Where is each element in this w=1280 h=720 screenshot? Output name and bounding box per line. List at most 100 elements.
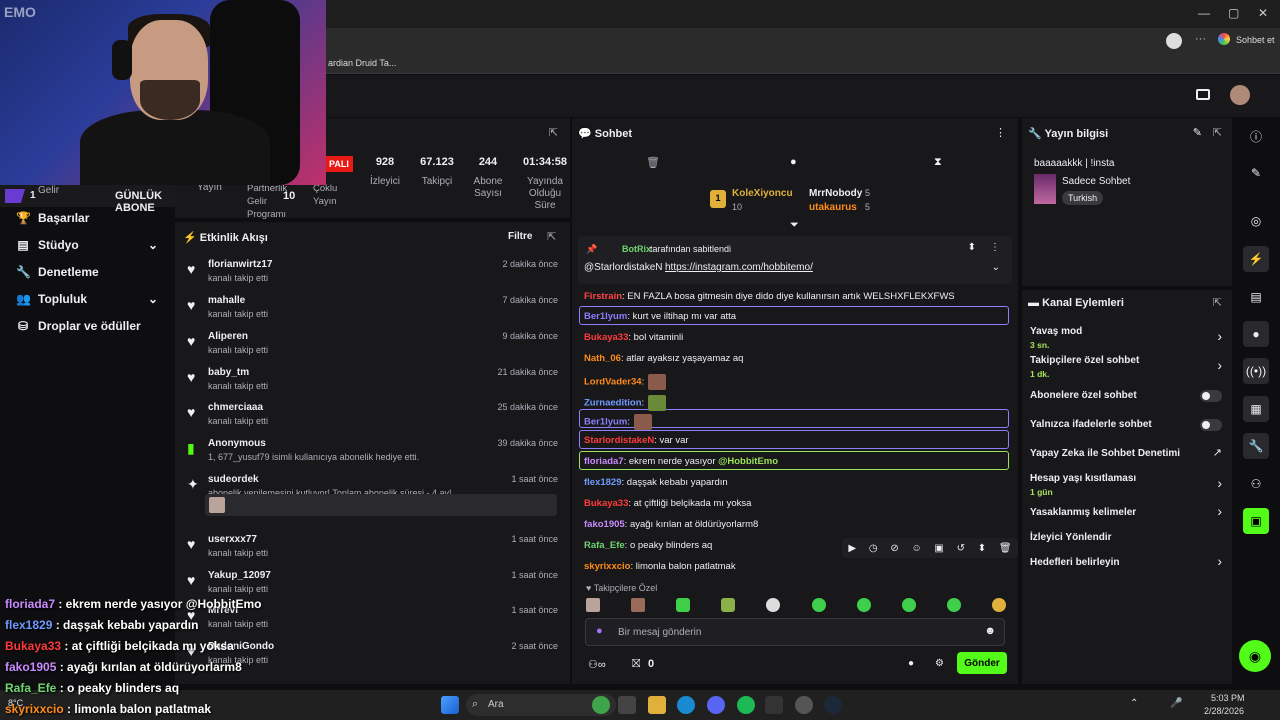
emote-icon[interactable]: [991, 598, 1006, 612]
more-icon[interactable]: ⋮: [990, 242, 1000, 253]
chat-message[interactable]: LordVader34:: [584, 374, 667, 390]
minimize-button[interactable]: —: [1198, 6, 1210, 20]
steam-icon[interactable]: [824, 696, 842, 714]
edge-icon[interactable]: [677, 696, 695, 714]
chat-message[interactable]: fako1905: ayağı kırılan at öldürüyorlarm…: [584, 519, 758, 530]
chat-message[interactable]: Ber1lyum:: [584, 414, 652, 430]
gift-icon[interactable]: ⛝: [632, 658, 640, 671]
feed-username[interactable]: baby_tm: [208, 367, 249, 378]
chat-username[interactable]: Zurnaedition: [584, 398, 642, 409]
chat-username[interactable]: skyrixxcio: [584, 561, 630, 572]
terminal-icon[interactable]: [765, 696, 783, 714]
clock-time[interactable]: 5:03 PM: [1211, 693, 1245, 703]
feed-username[interactable]: mahalle: [208, 295, 245, 306]
chat-message[interactable]: Zurnaedition:: [584, 395, 667, 411]
document-icon[interactable]: ▤: [1243, 284, 1269, 310]
chat-username[interactable]: StarlordistakeN: [584, 435, 654, 446]
layout-icon[interactable]: ▦: [1243, 396, 1269, 422]
mic-icon[interactable]: ●: [596, 625, 603, 637]
collapse-icon[interactable]: ⏷: [790, 219, 799, 232]
category-thumbnail[interactable]: [1034, 174, 1056, 204]
popout-icon[interactable]: ⇱: [549, 126, 558, 139]
list-item[interactable]: ♥ chmerciaaa kanalı takip etti 25 dakika ön…: [185, 400, 560, 434]
emote-icon[interactable]: [901, 598, 916, 612]
inbox-icon[interactable]: [1196, 89, 1210, 100]
chat-icon[interactable]: ●: [1243, 321, 1269, 347]
pinned-link[interactable]: https://instagram.com/hobbitemo/: [665, 262, 813, 273]
chat-username[interactable]: fako1905: [584, 519, 625, 530]
emote-icon[interactable]: [631, 598, 646, 612]
chat-username[interactable]: Ber1lyum: [584, 417, 627, 428]
list-item[interactable]: ▮ Anonymous 1, 677_yusuf79 isimli kullanıc…: [185, 436, 560, 470]
bookmark-item[interactable]: ardian Druid Ta...: [328, 58, 396, 68]
send-button[interactable]: Gönder: [957, 652, 1007, 674]
chat-message[interactable]: Ber1lyum: kurt ve iltihap mı var atta: [584, 311, 736, 322]
spotify-icon[interactable]: [737, 696, 755, 714]
goals-action[interactable]: Hedefleri belirleyin: [1030, 557, 1119, 568]
emote-icon[interactable]: [811, 598, 826, 612]
chat-message[interactable]: Firstrain: EN FAZLA bosa gitmesin diye d…: [584, 291, 955, 302]
account-age-action[interactable]: Hesap yaşı kısıtlaması 1 gün: [1030, 473, 1136, 497]
popout-icon[interactable]: ⇱: [1213, 126, 1222, 139]
sidebar-item-moderation[interactable]: 🔧 Denetleme: [16, 265, 99, 279]
ai-moderation-action[interactable]: Yapay Zeka ile Sohbet Denetimi: [1030, 448, 1180, 459]
chat-username[interactable]: Bukaya33: [584, 332, 628, 343]
feed-username[interactable]: sudeordek: [208, 474, 259, 485]
copilot-chat-label[interactable]: Sohbet et: [1236, 35, 1275, 45]
chevron-right-icon[interactable]: ›: [1217, 553, 1222, 569]
leader-1-name[interactable]: KoleXiyoncu: [732, 188, 793, 199]
copilot-icon[interactable]: [1218, 33, 1230, 45]
raid-action[interactable]: İzleyici Yönlendir: [1030, 532, 1112, 543]
wrench-icon[interactable]: 🔧: [1243, 433, 1269, 459]
chat-message[interactable]: Rafa_Efe: o peaky blinders aq: [584, 540, 712, 551]
lightning-icon[interactable]: ⚡: [1243, 246, 1269, 272]
trash-icon[interactable]: 🗑: [646, 156, 660, 169]
chevron-right-icon[interactable]: ›: [1217, 357, 1222, 373]
gear-icon[interactable]: ⚙: [935, 658, 944, 669]
emote-icon[interactable]: [766, 598, 781, 612]
chat-username[interactable]: LordVader34: [584, 377, 642, 388]
profile-icon[interactable]: [1166, 33, 1182, 49]
pinned-by[interactable]: BotRix: [622, 244, 651, 254]
support-icon[interactable]: ◉: [1239, 640, 1271, 672]
app-icon[interactable]: [795, 696, 813, 714]
close-window-button[interactable]: ✕: [1258, 6, 1268, 20]
chat-username[interactable]: flex1829: [584, 477, 622, 488]
clock-date[interactable]: 2/28/2026: [1204, 706, 1244, 716]
followers-only-action[interactable]: Takipçilere özel sohbet 1 dk.: [1030, 355, 1139, 379]
chat-settings-icon[interactable]: ●: [908, 658, 914, 669]
list-item[interactable]: ♥ florianwirtz17 kanalı takip etti 2 dakika…: [185, 257, 560, 291]
leader-2-name[interactable]: MrrNobody: [809, 188, 862, 199]
list-item[interactable]: ♥ mahalle kanalı takip etti 7 dakika önce: [185, 293, 560, 327]
chat-message[interactable]: flex1829: daşşak kebabı yapardın: [584, 477, 728, 488]
chevron-up-icon[interactable]: ⌃: [1130, 698, 1138, 709]
subs-only-toggle[interactable]: [1200, 390, 1222, 402]
sidebar-item-community[interactable]: 👥 Topluluk ⌄: [16, 292, 158, 306]
chat-message[interactable]: Nath_06: atlar ayaksız yaşayamaz aq: [584, 353, 743, 364]
channel-points-icon[interactable]: ⚇∞: [588, 658, 606, 671]
sidebar-item-drops[interactable]: ⛁ Droplar ve ödüller: [16, 319, 141, 333]
windows-start-icon[interactable]: [441, 696, 459, 714]
chat-message[interactable]: floriada7: ekrem nerde yasıyor @HobbitEm…: [584, 456, 778, 467]
emote-icon[interactable]: [856, 598, 871, 612]
undo-icon[interactable]: ↺: [957, 543, 965, 554]
list-item[interactable]: ♥ userxxx77 kanalı takip etti 1 saat önce: [185, 532, 560, 566]
chevron-right-icon[interactable]: ›: [1217, 328, 1222, 344]
feed-username[interactable]: florianwirtz17: [208, 259, 272, 270]
chat-username[interactable]: floriada7: [584, 456, 624, 467]
external-link-icon[interactable]: ↗: [1213, 446, 1222, 459]
pin-icon[interactable]: ⬍: [978, 543, 986, 554]
feed-username[interactable]: chmerciaaa: [208, 402, 263, 413]
clock-icon[interactable]: ◷: [869, 543, 878, 554]
chat-message[interactable]: Bukaya33: at çiftliği belçikada mı yoksa: [584, 498, 751, 509]
discord-icon[interactable]: [707, 696, 725, 714]
folder-icon[interactable]: [648, 696, 666, 714]
app-icon[interactable]: [618, 696, 636, 714]
avatar[interactable]: [1230, 85, 1250, 105]
maximize-button[interactable]: ▢: [1228, 6, 1239, 20]
chat-message[interactable]: skyrixxcio: limonla balon patlatmak: [584, 561, 736, 572]
banned-words-action[interactable]: Yasaklanmış kelimeler: [1030, 507, 1136, 518]
emote-icon[interactable]: [721, 598, 736, 612]
pencil-icon[interactable]: ✎: [1243, 160, 1269, 186]
delete-icon[interactable]: 🗑: [999, 543, 1012, 554]
